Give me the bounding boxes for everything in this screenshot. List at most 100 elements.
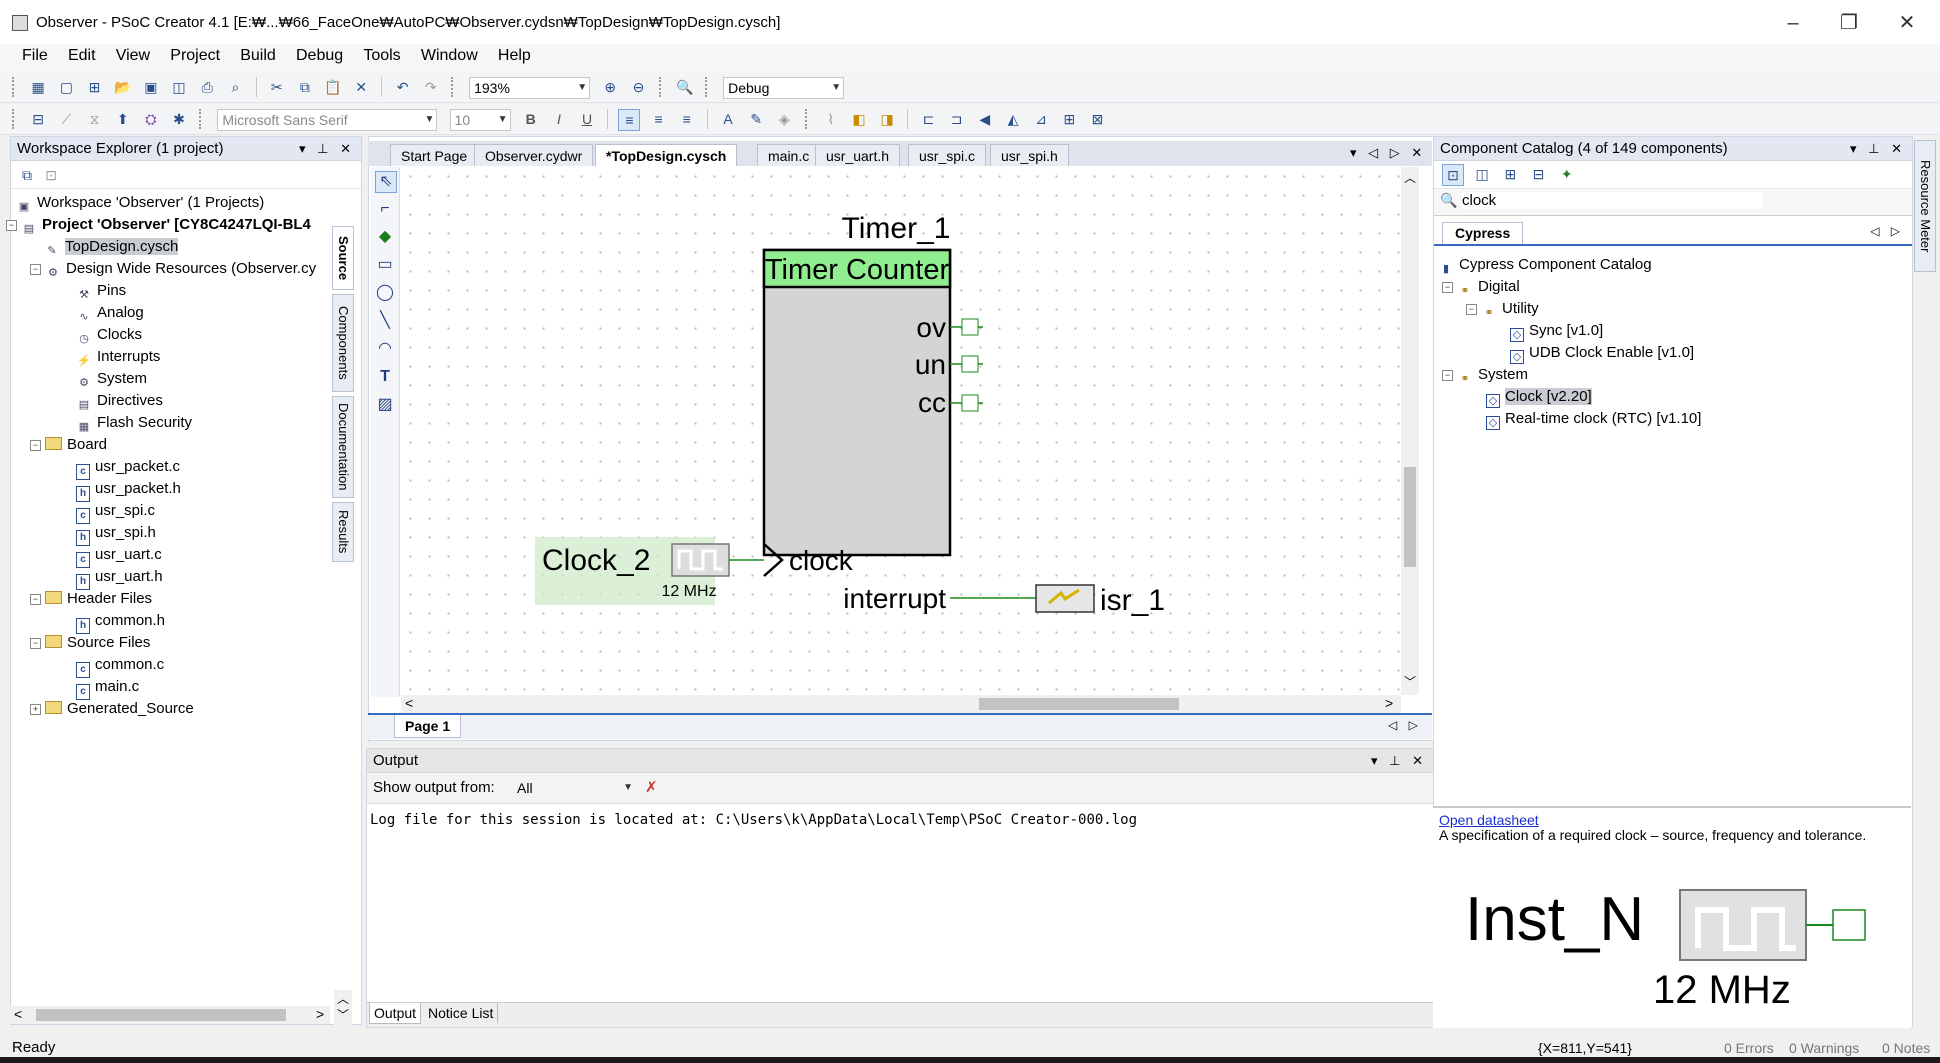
program-icon[interactable]: ⬆: [113, 109, 133, 129]
catalog-import-icon[interactable]: ⊞: [1500, 164, 1520, 184]
workspace-tree-item[interactable]: c usr_spi.c: [76, 500, 155, 524]
workspace-tree-item[interactable]: − Source Files: [30, 632, 150, 654]
bug-icon[interactable]: ✱: [169, 109, 189, 129]
tab-start-page[interactable]: Start Page: [390, 144, 479, 166]
menu-window[interactable]: Window: [413, 44, 486, 68]
tab-components[interactable]: Components: [332, 294, 354, 392]
align-right-icon[interactable]: ≡: [677, 109, 697, 129]
print-icon[interactable]: ⎙: [197, 77, 217, 97]
workspace-tree-item[interactable]: ∿ Analog: [76, 302, 143, 324]
scroll-right-icon[interactable]: >: [1385, 695, 1393, 711]
tab-results[interactable]: Results: [332, 502, 354, 562]
line-tool-icon[interactable]: ╲: [375, 311, 395, 331]
scroll-up-icon[interactable]: ︿: [337, 990, 349, 1007]
workspace-tree-item[interactable]: c main.c: [76, 676, 139, 700]
print-preview-icon[interactable]: ⌕: [225, 77, 245, 97]
wire-tool-icon[interactable]: ⌐: [375, 199, 395, 219]
menu-view[interactable]: View: [108, 44, 158, 68]
arc-tool-icon[interactable]: ◠: [375, 339, 395, 359]
flip-icon[interactable]: ◀: [975, 109, 995, 129]
scroll-down-icon[interactable]: ﹀: [1404, 673, 1416, 690]
copy-icon[interactable]: ⧉: [295, 77, 315, 97]
editor-vscrollbar[interactable]: ︿ ﹀: [1401, 167, 1419, 695]
toolbar-grip[interactable]: [704, 77, 711, 97]
collapse-icon[interactable]: −: [1442, 370, 1453, 381]
tab-notice-list[interactable]: Notice List: [424, 1003, 499, 1023]
scroll-up-icon[interactable]: ︿: [1404, 169, 1416, 186]
tab-output[interactable]: Output: [369, 1003, 422, 1024]
scroll-thumb[interactable]: [979, 698, 1179, 710]
collapse-icon[interactable]: −: [30, 594, 41, 605]
panel-controls[interactable]: ▾ ⊥ ✕: [1850, 137, 1906, 161]
ellipse-tool-icon[interactable]: ◯: [375, 283, 395, 303]
line-color-icon[interactable]: ✎: [746, 109, 766, 129]
workspace-tree-item[interactable]: h usr_uart.h: [76, 566, 163, 590]
tab-usr-spi-c[interactable]: usr_spi.c: [908, 144, 987, 166]
build-config-combo[interactable]: Debug ▼: [723, 77, 845, 99]
output-source-combo[interactable]: All ▼: [513, 778, 635, 798]
italic-icon[interactable]: I: [549, 109, 569, 129]
panel-controls[interactable]: ▾ ⊥ ✕: [1371, 749, 1427, 773]
catalog-tree-item[interactable]: ◇ Clock [v2.20]: [1486, 386, 1592, 408]
text-tool-icon[interactable]: T: [375, 367, 395, 387]
workspace-tree-item[interactable]: ▤ Directives: [76, 390, 163, 412]
workspace-tree-item[interactable]: c common.c: [76, 654, 164, 678]
output-side-scroll[interactable]: ︿ ﹀: [334, 990, 352, 1026]
catalog-tree-item[interactable]: − ⚭ System: [1442, 364, 1528, 386]
debug-icon[interactable]: ⛭: [141, 109, 161, 129]
workspace-tree-item[interactable]: c usr_uart.c: [76, 544, 162, 568]
open-datasheet-link[interactable]: Open datasheet: [1439, 812, 1539, 828]
align-objects-center-icon[interactable]: ⊐: [947, 109, 967, 129]
workspace-tree-item[interactable]: ⚒ Pins: [76, 280, 126, 302]
scroll-left-icon[interactable]: <: [405, 695, 413, 711]
zoom-combo[interactable]: 193% ▼: [469, 77, 591, 99]
catalog-tree-item[interactable]: − ⚭ Digital: [1442, 276, 1520, 298]
tab-controls[interactable]: ▾ ◁ ▷ ✕: [1350, 145, 1426, 161]
catalog-tree-item[interactable]: ▮ Cypress Component Catalog: [1438, 254, 1652, 276]
zoom-out-icon[interactable]: ⊖: [628, 77, 648, 97]
collapse-icon[interactable]: −: [6, 220, 17, 231]
tab-cypress[interactable]: Cypress: [1442, 222, 1524, 244]
undo-icon[interactable]: ↶: [393, 77, 413, 97]
workspace-tree-item[interactable]: h common.h: [76, 610, 165, 634]
tab-observer-cydwr[interactable]: Observer.cydwr: [474, 144, 594, 166]
catalog-tree-item[interactable]: ◇ Sync [v1.0]: [1510, 320, 1603, 342]
workspace-tree-item[interactable]: + Generated_Source: [30, 698, 194, 720]
send-back-icon[interactable]: ◨: [877, 109, 897, 129]
group-icon[interactable]: ⊞: [1059, 109, 1079, 129]
font-size-combo[interactable]: 10 ▼: [449, 109, 511, 131]
tab-main-c[interactable]: main.c: [757, 144, 821, 166]
restore-button[interactable]: ❐: [1826, 8, 1872, 38]
save-icon[interactable]: ▣: [141, 77, 161, 97]
new-file-icon[interactable]: ▢: [56, 77, 76, 97]
catalog-view-icon[interactable]: ⊡: [1442, 164, 1464, 186]
rotate-icon[interactable]: ◭: [1003, 109, 1023, 129]
catalog-tree-item[interactable]: − ⚭ Utility: [1466, 298, 1539, 320]
new-project-icon[interactable]: ▦: [28, 77, 48, 97]
tab-source[interactable]: Source: [332, 226, 354, 290]
workspace-tree-item[interactable]: ▦ Flash Security: [76, 412, 192, 434]
image-tool-icon[interactable]: ▨: [375, 395, 395, 415]
format-painter-icon[interactable]: ⌇: [821, 109, 841, 129]
workspace-tree-item[interactable]: ⚡ Interrupts: [76, 346, 160, 368]
workspace-tree-item[interactable]: c usr_packet.c: [76, 456, 180, 480]
minimize-button[interactable]: –: [1770, 8, 1816, 38]
menu-project[interactable]: Project: [162, 44, 228, 68]
menu-edit[interactable]: Edit: [60, 44, 104, 68]
zoom-in-icon[interactable]: ⊕: [600, 77, 620, 97]
catalog-export-icon[interactable]: ⊟: [1529, 164, 1549, 184]
bold-icon[interactable]: B: [521, 109, 541, 129]
scroll-right-icon[interactable]: >: [316, 1006, 324, 1022]
scroll-thumb[interactable]: [36, 1009, 286, 1021]
workspace-tree-item[interactable]: ✎ TopDesign.cysch: [44, 236, 179, 258]
clear-output-icon[interactable]: ✗: [645, 778, 658, 796]
workspace-tree-item[interactable]: ▣ Workspace 'Observer' (1 Projects): [16, 192, 264, 214]
catalog-list-icon[interactable]: ◫: [1472, 164, 1492, 184]
catalog-search-input[interactable]: clock: [1462, 192, 1762, 209]
bus-icon[interactable]: ⧖: [85, 109, 105, 129]
align-left-icon[interactable]: ≡: [618, 109, 641, 131]
workspace-tree-item[interactable]: h usr_packet.h: [76, 478, 181, 502]
pin-un-terminal[interactable]: [961, 355, 979, 373]
schematic-canvas[interactable]: Timer_1 Timer Counter ov un cc clock int…: [401, 167, 1401, 695]
workspace-tree-item[interactable]: − ⚙ Design Wide Resources (Observer.cy: [30, 258, 316, 280]
